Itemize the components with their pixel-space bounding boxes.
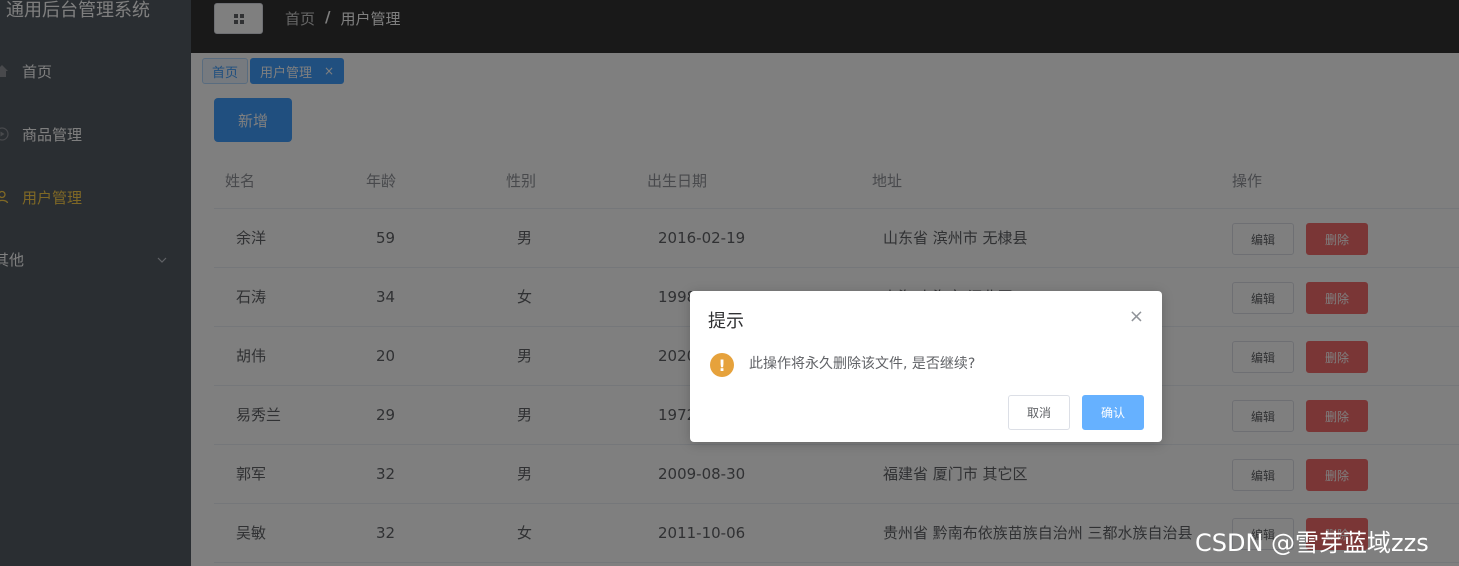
warning-icon: ! <box>710 353 734 377</box>
confirm-dialog: 提示 × ! 此操作将永久删除该文件, 是否继续? 取消 确认 <box>690 291 1162 442</box>
watermark: CSDN @雪芽蓝域zzs <box>1195 529 1429 557</box>
close-icon[interactable]: × <box>1129 308 1144 326</box>
dialog-title: 提示 <box>708 311 744 332</box>
confirm-button[interactable]: 确认 <box>1082 395 1144 430</box>
dialog-message: 此操作将永久删除该文件, 是否继续? <box>749 356 976 372</box>
cancel-button[interactable]: 取消 <box>1008 395 1070 430</box>
modal-overlay[interactable] <box>0 0 1459 566</box>
